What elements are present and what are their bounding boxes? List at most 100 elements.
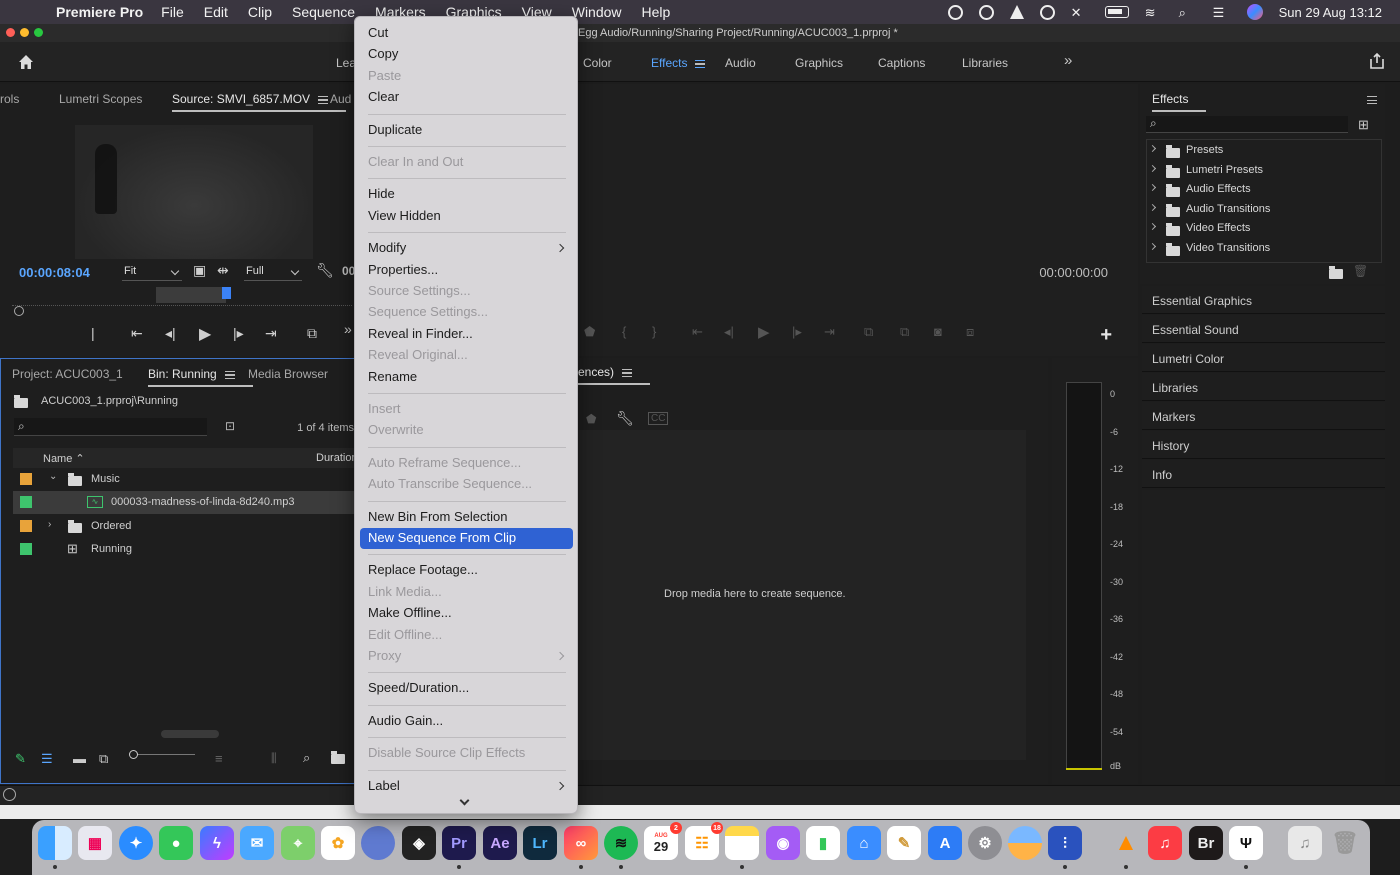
lightroom-icon[interactable]: Lr: [523, 826, 557, 860]
tuner-icon[interactable]: Ψ: [1229, 826, 1263, 860]
label-color-swatch[interactable]: [20, 543, 32, 555]
podcasts-icon[interactable]: ◉: [766, 826, 800, 860]
vlc-icon[interactable]: [1009, 5, 1024, 19]
tab-media-browser[interactable]: Media Browser: [248, 367, 328, 381]
source-zoom-handle[interactable]: [14, 306, 24, 316]
new-bin-icon[interactable]: [1329, 266, 1343, 279]
side-panel-essential-graphics[interactable]: Essential Graphics: [1142, 286, 1385, 314]
keynote-icon[interactable]: ⌂: [847, 826, 881, 860]
menu-scroll-down-icon[interactable]: [459, 795, 470, 806]
creative-cloud-icon[interactable]: [947, 4, 963, 20]
messenger-icon[interactable]: ϟ: [200, 826, 234, 860]
after-effects-icon[interactable]: Ae: [483, 826, 517, 860]
menu-help[interactable]: Help: [642, 4, 671, 20]
workspace-menu-icon[interactable]: [695, 59, 706, 68]
battery-icon[interactable]: [1104, 6, 1129, 18]
side-panel-essential-sound[interactable]: Essential Sound: [1142, 315, 1385, 343]
siri-icon[interactable]: [1246, 4, 1263, 20]
menu-item-reveal-in-finder[interactable]: Reveal in Finder...: [360, 324, 573, 345]
menu-item-new-bin-from-selection[interactable]: New Bin From Selection: [360, 507, 573, 528]
project-row-ordered[interactable]: › Ordered: [13, 515, 354, 538]
tab-effect-controls[interactable]: rols: [0, 92, 19, 106]
launchpad-icon[interactable]: ▦: [78, 826, 112, 860]
music-folder-icon[interactable]: ♫: [1288, 826, 1322, 860]
source-timecode[interactable]: 00:00:08:04: [19, 265, 90, 280]
play-button[interactable]: ▶: [199, 324, 211, 344]
project-row-audio-clip[interactable]: ∿ 000033-madness-of-linda-8d240.mp3: [13, 491, 354, 514]
bin-up-folder-icon[interactable]: [14, 395, 28, 408]
pages-icon[interactable]: ✎: [887, 826, 921, 860]
freeform-view-icon[interactable]: ⧉: [99, 751, 108, 767]
collapse-chevron-icon[interactable]: ⌄: [49, 471, 57, 482]
menu-clip[interactable]: Clip: [248, 4, 272, 20]
label-color-swatch[interactable]: [20, 473, 32, 485]
program-timecode[interactable]: 00:00:00:00: [1039, 265, 1108, 280]
reminders-icon[interactable]: ☷ 18: [685, 822, 723, 860]
tab-bin-running[interactable]: Bin: Running: [148, 367, 253, 387]
wifi-icon[interactable]: ≋: [1145, 5, 1163, 20]
menu-file[interactable]: File: [161, 4, 184, 20]
bin-panel-menu-icon[interactable]: [224, 370, 235, 379]
menu-item-cut[interactable]: Cut: [360, 23, 573, 44]
workspace-tab-color[interactable]: Color: [583, 56, 612, 70]
settings-icon[interactable]: ▣: [193, 262, 206, 279]
menu-item-modify[interactable]: Modify: [360, 238, 573, 259]
find-icon[interactable]: ⌕: [303, 750, 310, 766]
numbers-icon[interactable]: ▮: [806, 826, 840, 860]
play-icon[interactable]: [1039, 4, 1055, 20]
close-window-icon[interactable]: [6, 28, 15, 37]
menu-item-new-sequence-from-clip[interactable]: New Sequence From Clip: [360, 528, 573, 549]
zoom-slider[interactable]: [131, 754, 195, 755]
menu-sequence[interactable]: Sequence: [292, 4, 355, 20]
menu-item-clear[interactable]: Clear: [360, 87, 573, 108]
source-panel-menu-icon[interactable]: [318, 95, 329, 104]
menu-window[interactable]: Window: [572, 4, 622, 20]
menubar-clock[interactable]: Sun 29 Aug 13:12: [1279, 5, 1382, 20]
label-color-swatch[interactable]: [20, 520, 32, 532]
zoom-window-icon[interactable]: [34, 28, 43, 37]
workspace-tab-libraries[interactable]: Libraries: [962, 56, 1008, 70]
tab-lumetri-scopes[interactable]: Lumetri Scopes: [59, 92, 142, 106]
share-icon[interactable]: [1368, 52, 1386, 70]
step-back-icon[interactable]: ◂|: [165, 325, 176, 342]
photos-icon[interactable]: ✿: [321, 826, 355, 860]
side-panel-lumetri-color[interactable]: Lumetri Color: [1142, 344, 1385, 372]
maps-icon[interactable]: ⌖: [281, 826, 315, 860]
effects-search-input[interactable]: ⌕: [1146, 116, 1348, 133]
menu-edit[interactable]: Edit: [204, 4, 228, 20]
zoom-slider-handle[interactable]: [129, 750, 138, 759]
menu-item-duplicate[interactable]: Duplicate: [360, 120, 573, 141]
workspace-tab-graphics[interactable]: Graphics: [795, 56, 843, 70]
go-to-in-icon[interactable]: ⇤: [131, 325, 143, 342]
list-view-icon[interactable]: ☰: [41, 751, 53, 767]
step-forward-icon[interactable]: |▸: [233, 325, 244, 342]
icon-view-icon[interactable]: ▬: [73, 751, 86, 766]
system-preferences-icon[interactable]: ⚙: [968, 826, 1002, 860]
tab-source-monitor[interactable]: Source: SMVI_6857.MOV: [172, 92, 347, 112]
app-store-icon[interactable]: A: [928, 826, 962, 860]
mail-icon[interactable]: ✉: [240, 826, 274, 860]
new-custom-bin-icon[interactable]: ⊞: [1358, 117, 1369, 133]
menu-item-rename[interactable]: Rename: [360, 367, 573, 388]
timeline-panel-menu-icon[interactable]: [622, 368, 633, 377]
project-search-input[interactable]: ⌕: [14, 418, 207, 436]
label-color-swatch[interactable]: [20, 496, 32, 508]
tab-audio-mixer[interactable]: Aud: [330, 92, 351, 106]
trash-icon[interactable]: 🗑︎: [1328, 826, 1362, 860]
background-task-icon[interactable]: [3, 788, 16, 801]
calendar-icon[interactable]: AUG 29 2: [644, 822, 682, 860]
source-zoom-select[interactable]: Fit: [122, 265, 182, 281]
spotlight-icon[interactable]: ⌕: [1179, 5, 1197, 20]
export-frame-icon[interactable]: ⇹: [217, 262, 229, 279]
tab-project[interactable]: Project: ACUC003_1: [12, 367, 123, 381]
tab-timeline-sequences[interactable]: ences): [578, 365, 651, 385]
davinci-resolve-icon[interactable]: ◈: [402, 826, 436, 860]
audio-app-icon[interactable]: ⫶: [1048, 826, 1082, 860]
insert-icon[interactable]: ⧉: [307, 325, 317, 342]
spotify-icon[interactable]: ≋: [604, 826, 638, 860]
weather-icon[interactable]: [1008, 826, 1042, 860]
side-panel-info[interactable]: Info: [1142, 460, 1385, 488]
control-center-icon[interactable]: ☰: [1213, 5, 1231, 20]
app-menu[interactable]: Premiere Pro: [56, 4, 143, 20]
project-row-running-sequence[interactable]: ⊞ Running: [13, 538, 354, 561]
